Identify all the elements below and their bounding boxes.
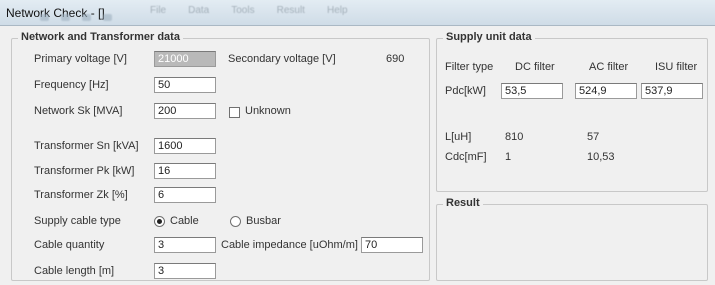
cable-length-input[interactable]: 3 bbox=[154, 263, 216, 279]
transformer-sn-label: Transformer Sn [kVA] bbox=[34, 140, 139, 152]
group-title: Result bbox=[443, 197, 483, 209]
client-area: Network and Transformer data Primary vol… bbox=[4, 28, 712, 283]
title-bar: Network Check - [] File Data Tools Resul… bbox=[0, 0, 715, 26]
cable-length-label: Cable length [m] bbox=[34, 265, 115, 277]
cable-radio[interactable] bbox=[154, 216, 165, 227]
unknown-label: Unknown bbox=[245, 105, 291, 117]
result-group: Result bbox=[436, 197, 708, 281]
toolbar bbox=[40, 14, 112, 21]
cable-radio-label: Cable bbox=[170, 215, 199, 227]
dc-filter-header: DC filter bbox=[515, 61, 555, 73]
pdc-dc-filter-input[interactable]: 53,5 bbox=[501, 83, 563, 99]
ac-filter-header: AC filter bbox=[589, 61, 629, 73]
menu-data[interactable]: Data bbox=[188, 5, 209, 19]
network-transformer-group: Network and Transformer data Primary vol… bbox=[11, 31, 430, 281]
l-label: L[uH] bbox=[445, 131, 472, 143]
transformer-zk-label: Transformer Zk [%] bbox=[34, 189, 128, 201]
l-ac-filter-value: 57 bbox=[587, 131, 600, 143]
cable-quantity-input[interactable]: 3 bbox=[154, 237, 216, 253]
busbar-radio[interactable] bbox=[230, 216, 241, 227]
unknown-checkbox[interactable] bbox=[229, 107, 240, 118]
pdc-label: Pdc[kW] bbox=[445, 85, 486, 97]
secondary-voltage-value: 690 bbox=[386, 53, 405, 65]
primary-voltage-input[interactable]: 21000 bbox=[154, 51, 216, 67]
transformer-pk-input[interactable]: 16 bbox=[154, 163, 216, 179]
transformer-pk-label: Transformer Pk [kW] bbox=[34, 165, 135, 177]
cdc-ac-filter-value: 10,53 bbox=[587, 151, 615, 163]
frequency-input[interactable]: 50 bbox=[154, 77, 216, 93]
transformer-zk-input[interactable]: 6 bbox=[154, 187, 216, 203]
group-title: Supply unit data bbox=[443, 31, 535, 43]
cdc-dc-filter-value: 1 bbox=[505, 151, 512, 163]
toolbar-icon[interactable] bbox=[40, 14, 49, 21]
transformer-sn-input[interactable]: 1600 bbox=[154, 138, 216, 154]
cdc-label: Cdc[mF] bbox=[445, 151, 487, 163]
menu-bar: File Data Tools Result Help bbox=[150, 5, 348, 19]
l-dc-filter-value: 810 bbox=[505, 131, 524, 143]
toolbar-icon[interactable] bbox=[82, 14, 91, 21]
filter-type-label: Filter type bbox=[445, 61, 494, 73]
pdc-isu-filter-input[interactable]: 537,9 bbox=[641, 83, 703, 99]
secondary-voltage-label: Secondary voltage [V] bbox=[228, 53, 336, 65]
busbar-radio-label: Busbar bbox=[246, 215, 281, 227]
pdc-ac-filter-input[interactable]: 524,9 bbox=[575, 83, 637, 99]
menu-help[interactable]: Help bbox=[327, 5, 348, 19]
supply-cable-type-label: Supply cable type bbox=[34, 215, 121, 227]
frequency-label: Frequency [Hz] bbox=[34, 79, 109, 91]
isu-filter-header: ISU filter bbox=[655, 61, 698, 73]
cable-impedance-input[interactable]: 70 bbox=[361, 237, 423, 253]
primary-voltage-label: Primary voltage [V] bbox=[34, 53, 127, 65]
network-sk-input[interactable]: 200 bbox=[154, 103, 216, 119]
network-sk-label: Network Sk [MVA] bbox=[34, 105, 123, 117]
menu-tools[interactable]: Tools bbox=[231, 5, 254, 19]
menu-result[interactable]: Result bbox=[277, 5, 305, 19]
toolbar-icon[interactable] bbox=[61, 14, 70, 21]
cable-quantity-label: Cable quantity bbox=[34, 239, 105, 251]
menu-file[interactable]: File bbox=[150, 5, 166, 19]
toolbar-icon[interactable] bbox=[103, 14, 112, 21]
cable-impedance-label: Cable impedance [uOhm/m] bbox=[221, 239, 358, 251]
supply-unit-group: Supply unit data Filter type DC filter A… bbox=[436, 31, 708, 192]
group-title: Network and Transformer data bbox=[18, 31, 183, 43]
